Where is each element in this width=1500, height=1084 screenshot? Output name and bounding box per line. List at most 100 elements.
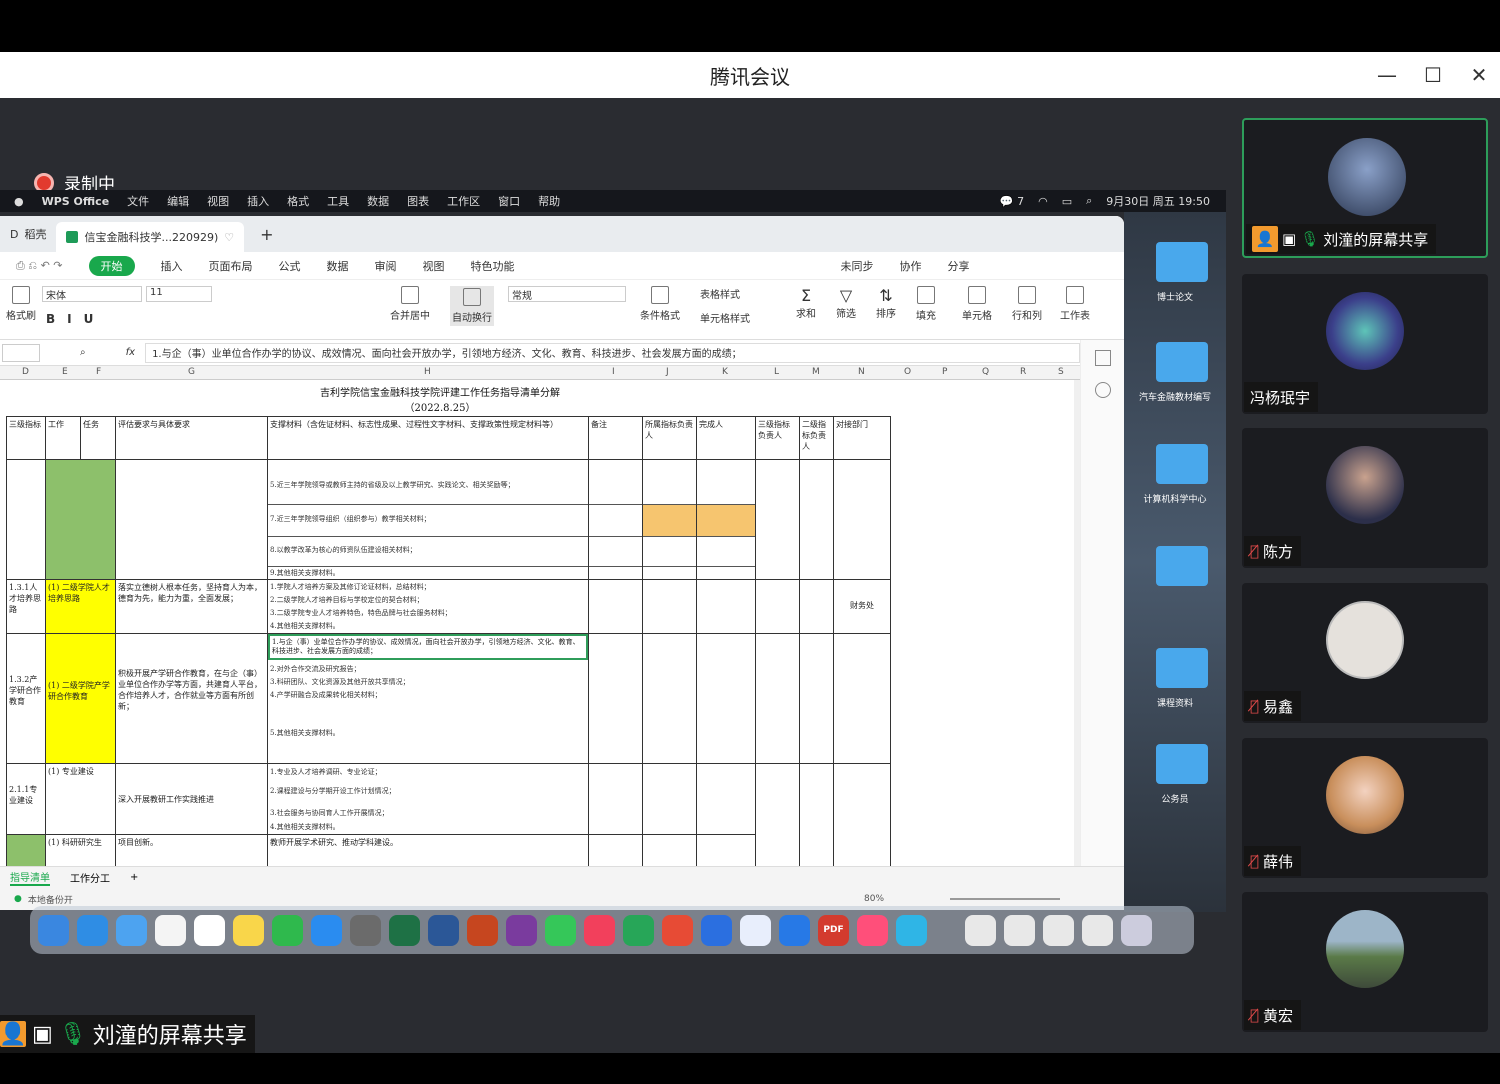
cell[interactable] bbox=[755, 633, 800, 764]
leaf-app-icon[interactable] bbox=[623, 914, 654, 946]
quick-save-icon[interactable]: ⎙ ⎌ ↶ ↷ bbox=[16, 259, 63, 273]
cell[interactable] bbox=[696, 834, 756, 867]
menu-edit[interactable]: 编辑 bbox=[167, 193, 189, 209]
yellow-task-cell[interactable]: (1) 二级学院产学研合作教育 bbox=[45, 633, 116, 764]
finder-icon[interactable] bbox=[38, 914, 69, 946]
cell[interactable] bbox=[755, 763, 800, 867]
notes-icon[interactable] bbox=[233, 914, 264, 946]
music-icon[interactable] bbox=[584, 914, 615, 946]
col-header[interactable]: O bbox=[904, 367, 911, 377]
select-tool-icon[interactable] bbox=[1094, 350, 1111, 366]
participant-tile[interactable]: 🎙̸ 陈方 bbox=[1242, 428, 1488, 568]
sum-button[interactable]: Σ 求和 bbox=[796, 286, 816, 320]
zoom-slider[interactable] bbox=[950, 898, 1060, 900]
apple-icon[interactable]: ● bbox=[14, 195, 24, 208]
col-header[interactable]: Q bbox=[982, 367, 989, 377]
col-header[interactable]: R bbox=[1020, 367, 1026, 377]
cell[interactable] bbox=[833, 763, 891, 867]
menu-home[interactable]: 开始 bbox=[88, 255, 135, 276]
header-cell[interactable]: 三级指标 bbox=[6, 416, 46, 460]
cell[interactable] bbox=[799, 633, 834, 764]
menu-help[interactable]: 帮助 bbox=[538, 193, 560, 209]
menu-file[interactable]: 文件 bbox=[127, 193, 149, 209]
menu-window[interactable]: 窗口 bbox=[498, 193, 520, 209]
wrap-text-button[interactable]: 自动换行 bbox=[450, 286, 494, 326]
participant-tile[interactable]: 👤 ▣ 🎙 刘潼的屏幕共享 bbox=[1242, 118, 1488, 258]
menu-tools[interactable]: 工具 bbox=[327, 193, 349, 209]
participant-tile[interactable]: 冯杨珉宇 bbox=[1242, 274, 1488, 414]
header-cell[interactable]: 所属指标负责人 bbox=[642, 416, 697, 460]
col-header[interactable]: F bbox=[96, 367, 101, 377]
powerpoint-icon[interactable] bbox=[467, 914, 498, 946]
window-thumb-icon[interactable] bbox=[1082, 914, 1113, 946]
menu-features[interactable]: 特色功能 bbox=[471, 258, 515, 274]
tab-spreadsheet[interactable]: 信宝金融科技学...220929) ♡ bbox=[56, 222, 245, 252]
sheet-grid[interactable]: 吉利学院信宝金融科技学院评建工作任务指导清单分解 （2022.8.25） 三级指… bbox=[0, 380, 1080, 867]
wechat-icon[interactable]: 💬 7 bbox=[1000, 195, 1024, 208]
fx-icon[interactable]: fx bbox=[126, 347, 135, 358]
header-cell[interactable]: 完成人 bbox=[696, 416, 756, 460]
folder-icon[interactable] bbox=[1156, 342, 1208, 382]
header-cell[interactable]: 三级指标负责人 bbox=[755, 416, 800, 460]
col-header[interactable]: D bbox=[22, 367, 29, 377]
header-cell[interactable]: 对接部门 bbox=[833, 416, 891, 460]
pdf-icon[interactable]: PDF bbox=[818, 914, 849, 946]
name-box[interactable] bbox=[2, 343, 40, 362]
cell[interactable] bbox=[115, 459, 268, 580]
cell[interactable] bbox=[696, 633, 756, 764]
cell[interactable] bbox=[588, 579, 643, 634]
col-header[interactable]: P bbox=[942, 367, 947, 377]
header-cell[interactable]: 任务 bbox=[80, 416, 116, 460]
zoom-level[interactable]: 80% bbox=[864, 894, 884, 904]
worksheet-button[interactable]: 工作表 bbox=[1060, 286, 1090, 322]
task-cell[interactable]: (1) 专业建设 bbox=[45, 763, 116, 835]
cell[interactable] bbox=[755, 579, 800, 634]
tencent-meeting-icon[interactable] bbox=[740, 914, 771, 946]
task-cell[interactable]: (1) 科研研究生 bbox=[45, 834, 116, 867]
cell[interactable] bbox=[642, 633, 697, 764]
merge-center-button[interactable]: 合并居中 bbox=[390, 286, 430, 322]
cell[interactable] bbox=[642, 834, 697, 867]
close-tab-icon[interactable]: ♡ bbox=[224, 231, 234, 244]
cell[interactable] bbox=[6, 459, 46, 580]
font-select[interactable]: 宋体 bbox=[42, 286, 142, 302]
header-cell[interactable]: 工作 bbox=[45, 416, 81, 460]
wifi-icon[interactable]: ◠ bbox=[1038, 195, 1048, 208]
cell[interactable] bbox=[588, 459, 643, 580]
window-thumb-icon[interactable] bbox=[1004, 914, 1035, 946]
col-header[interactable]: N bbox=[858, 367, 865, 377]
onenote-icon[interactable] bbox=[506, 914, 537, 946]
col-header[interactable]: J bbox=[666, 367, 669, 377]
participant-tile[interactable]: 🎙̸ 薛伟 bbox=[1242, 738, 1488, 878]
col-header[interactable]: M bbox=[812, 367, 820, 377]
photos-icon[interactable] bbox=[155, 914, 186, 946]
header-cell[interactable]: 二级指标负责人 bbox=[799, 416, 834, 460]
window-thumb-icon[interactable] bbox=[965, 914, 996, 946]
cell[interactable] bbox=[696, 763, 756, 835]
cell[interactable] bbox=[799, 579, 834, 634]
folder-icon[interactable] bbox=[1156, 648, 1208, 688]
mail-icon[interactable] bbox=[116, 914, 147, 946]
menu-app[interactable]: WPS Office bbox=[42, 195, 110, 208]
row-col-button[interactable]: 行和列 bbox=[1012, 286, 1042, 322]
menu-view[interactable]: 视图 bbox=[207, 193, 229, 209]
cell[interactable] bbox=[588, 633, 643, 764]
requirement-cell[interactable]: 项目创新。 bbox=[115, 834, 268, 867]
table-style-button[interactable]: 表格样式 bbox=[700, 286, 740, 301]
sync-status[interactable]: 未同步 bbox=[841, 258, 874, 274]
feishu-icon[interactable] bbox=[701, 914, 732, 946]
cell[interactable] bbox=[696, 579, 756, 634]
cell[interactable] bbox=[755, 459, 800, 580]
indicator-cell[interactable]: 1.3.1人才培养思路 bbox=[6, 579, 46, 634]
requirement-cell[interactable]: 深入开展教研工作实践推进 bbox=[115, 763, 268, 835]
settings-icon[interactable] bbox=[350, 914, 381, 946]
window-thumb-icon[interactable] bbox=[1043, 914, 1074, 946]
header-cell[interactable]: 支撑材料（含佐证材料、标志性成果、过程性文字材料、支撑政策性规定材料等） bbox=[267, 416, 589, 460]
appstore-icon[interactable] bbox=[311, 914, 342, 946]
minimize-icon[interactable]: — bbox=[1364, 52, 1410, 98]
close-icon[interactable]: ✕ bbox=[1456, 52, 1500, 98]
messages-icon[interactable] bbox=[545, 914, 576, 946]
tab-docer[interactable]: D 稻壳 bbox=[0, 220, 56, 248]
menu-view[interactable]: 视图 bbox=[423, 258, 445, 274]
col-header[interactable]: L bbox=[774, 367, 779, 377]
